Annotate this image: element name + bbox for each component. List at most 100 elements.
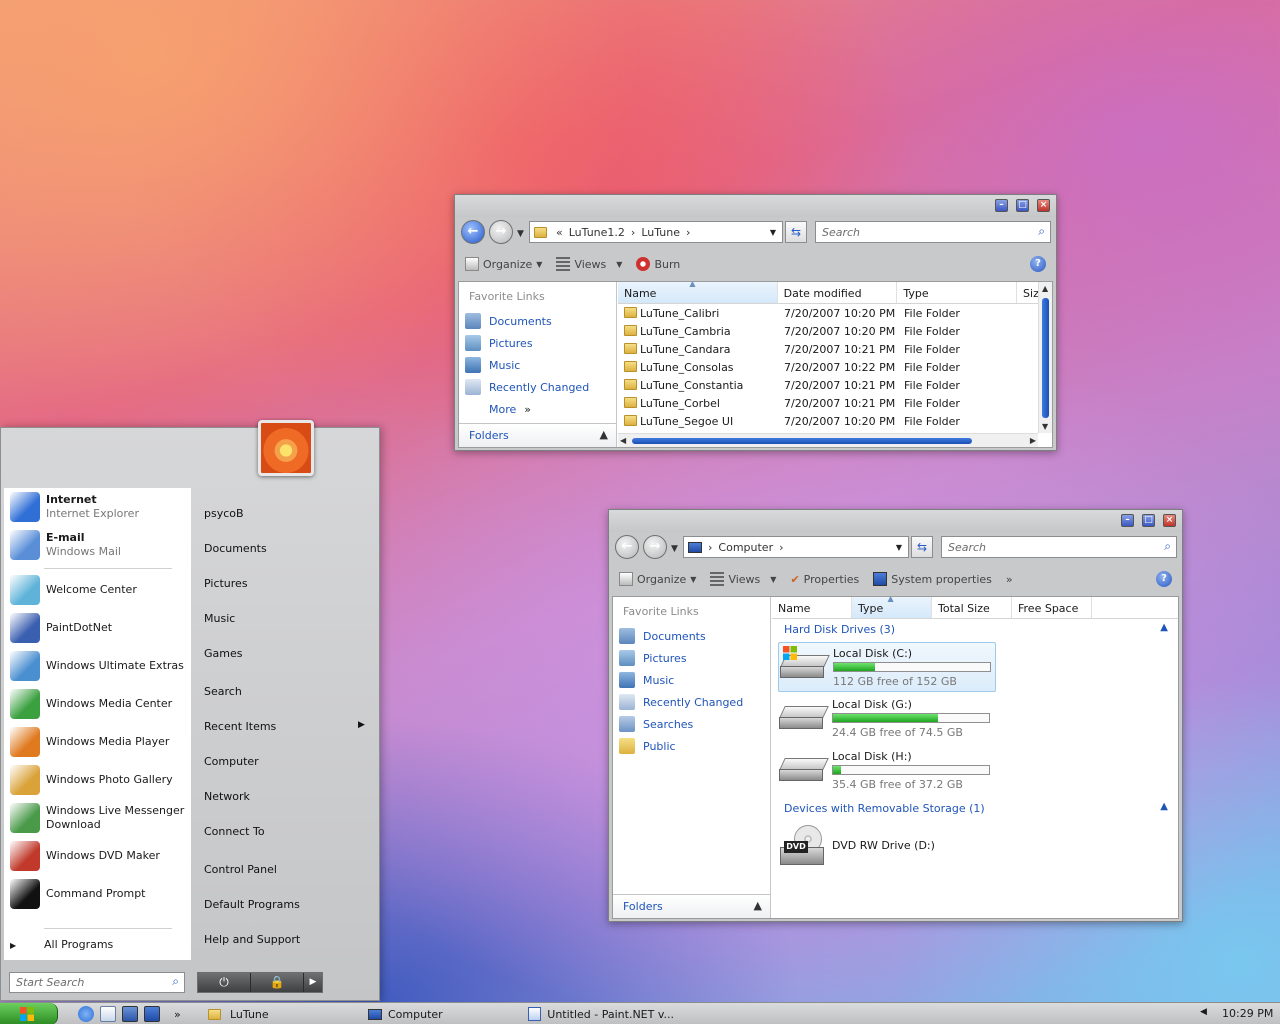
fav-pictures[interactable]: Pictures [613,647,770,669]
hscroll-thumb[interactable] [632,438,972,444]
forward-button[interactable]: → [489,220,513,244]
group-removable-storage[interactable]: Devices with Removable Storage (1) ▲ [772,798,1178,820]
scroll-left-icon[interactable]: ◀ [620,436,626,445]
scroll-thumb[interactable] [1042,298,1049,418]
breadcrumb-lutune12[interactable]: LuTune1.2 [569,226,625,239]
fav-music[interactable]: Music [613,669,770,691]
start-link-documents[interactable]: Documents [204,542,267,555]
start-button[interactable] [0,1003,58,1024]
column-type[interactable]: Type [897,282,1018,303]
file-row[interactable]: LuTune_Corbel 7/20/2007 10:21 PM File Fold… [618,394,1052,412]
file-row[interactable]: LuTune_Consolas 7/20/2007 10:22 PM File Fo… [618,358,1052,376]
search-icon[interactable]: ⌕ [172,974,179,989]
explorer-window-computer[interactable]: – □ × ← → ▼ › Computer › ▼ ⇆ Search ⌕ Or… [608,509,1183,922]
minimize-button[interactable]: – [995,199,1008,212]
breadcrumb-computer[interactable]: Computer [718,541,773,554]
organize-button[interactable]: Organize ▼ [619,572,696,586]
minimize-button[interactable]: – [1121,514,1134,527]
properties-button[interactable]: ✔ Properties [790,573,859,586]
program-windows-ultimate-extras[interactable]: Windows Ultimate Extras [10,649,188,683]
system-properties-button[interactable]: System properties [873,572,992,586]
fav-recently-changed[interactable]: Recently Changed [459,376,616,398]
all-programs-button[interactable]: ▶ All Programs [10,938,113,956]
program-command-prompt[interactable]: Command Prompt [10,877,188,911]
search-input[interactable]: Search ⌕ [941,536,1177,558]
fav-pictures[interactable]: Pictures [459,332,616,354]
fav-more[interactable]: More» [459,398,616,420]
search-icon[interactable]: ⌕ [1164,539,1171,554]
drive-item[interactable]: Local Disk (G:) 24.4 GB free of 74.5 GB [778,694,996,744]
breadcrumb-separator-icon[interactable]: › [686,226,690,239]
quick-launch-more[interactable]: » [170,1004,181,1024]
column-name[interactable]: ▲ Name [618,282,778,303]
scroll-up-icon[interactable]: ▲ [1042,284,1048,293]
start-link-recent-items[interactable]: Recent Items ▶ [204,720,365,733]
start-link-network[interactable]: Network [204,790,250,803]
start-link-default-programs[interactable]: Default Programs [204,898,300,911]
program-e-mail[interactable]: E-mail Windows Mail [10,528,188,562]
refresh-button[interactable]: ⇆ [911,536,933,558]
file-row[interactable]: LuTune_Cambria 7/20/2007 10:20 PM File Fol… [618,322,1052,340]
search-input[interactable]: Search ⌕ [815,221,1051,243]
start-link-psycob[interactable]: psycoB [204,507,244,520]
windows-mail-icon[interactable] [100,1006,116,1022]
start-link-control-panel[interactable]: Control Panel [204,863,277,876]
start-link-help-and-support[interactable]: Help and Support [204,933,300,946]
close-button[interactable]: × [1163,514,1176,527]
internet-explorer-icon[interactable] [78,1006,94,1022]
breadcrumb-separator-icon[interactable]: › [779,541,783,554]
start-link-search[interactable]: Search [204,685,242,698]
address-dropdown-icon[interactable]: ▼ [770,228,776,237]
horizontal-scrollbar[interactable]: ◀ ▶ [618,433,1038,447]
back-button[interactable]: ← [615,535,639,559]
scroll-right-icon[interactable]: ▶ [1030,436,1036,445]
switch-windows-icon[interactable] [144,1006,160,1022]
start-link-connect-to[interactable]: Connect To [204,825,265,838]
task-computer[interactable]: Computer [364,1004,514,1024]
drive-item[interactable]: Local Disk (H:) 35.4 GB free of 37.2 GB [778,746,996,796]
program-windows-dvd-maker[interactable]: Windows DVD Maker [10,839,188,873]
maximize-button[interactable]: □ [1016,199,1029,212]
program-paintdotnet[interactable]: PaintDotNet [10,611,188,645]
task-paintnet[interactable]: Untitled - Paint.NET v... [524,1004,674,1024]
drive-dvd[interactable]: DVD DVD RW Drive (D:) [778,823,996,873]
recent-pages-dropdown[interactable]: ▼ [517,229,524,239]
start-link-pictures[interactable]: Pictures [204,577,248,590]
drive-item[interactable]: Local Disk (C:) 112 GB free of 152 GB [778,642,996,692]
fav-recently-changed[interactable]: Recently Changed [613,691,770,713]
more-commands-button[interactable]: » [1006,573,1013,586]
fav-music[interactable]: Music [459,354,616,376]
file-row[interactable]: LuTune_Segoe UI 7/20/2007 10:20 PM File Fo… [618,412,1052,430]
scroll-down-icon[interactable]: ▼ [1042,422,1048,431]
start-link-games[interactable]: Games [204,647,242,660]
organize-button[interactable]: Organize ▼ [465,257,542,271]
address-bar[interactable]: « LuTune1.2 › LuTune › ▼ [529,221,783,243]
help-button[interactable]: ? [1156,571,1172,587]
burn-button[interactable]: Burn [636,257,680,271]
back-button[interactable]: ← [461,220,485,244]
shutdown-options-arrow-icon[interactable]: ▶ [304,973,322,992]
task-lutune[interactable]: LuTune [204,1004,354,1024]
file-row[interactable]: LuTune_Calibri 7/20/2007 10:20 PM File Fol… [618,304,1052,322]
search-icon[interactable]: ⌕ [1038,224,1045,239]
vertical-scrollbar[interactable]: ▲ ▼ [1038,282,1052,433]
explorer-window-lutune[interactable]: – □ × ← → ▼ « LuTune1.2 › LuTune › ▼ ⇆ S… [454,194,1057,451]
collapse-icon[interactable]: ▲ [1160,622,1168,633]
program-windows-photo-gallery[interactable]: Windows Photo Gallery [10,763,188,797]
file-row[interactable]: LuTune_Candara 7/20/2007 10:21 PM File Fol… [618,340,1052,358]
breadcrumb-separator-icon[interactable]: › [708,541,712,554]
fav-documents[interactable]: Documents [459,310,616,332]
power-button[interactable]: ⏻ [198,973,251,992]
fav-documents[interactable]: Documents [613,625,770,647]
user-picture[interactable] [258,420,314,476]
views-button[interactable]: Views ▼ [710,572,776,586]
fav-searches[interactable]: Searches [613,713,770,735]
program-windows-media-player[interactable]: Windows Media Player [10,725,188,759]
title-bar[interactable]: – □ × [455,195,1056,217]
folders-toggle[interactable]: Folders ▲ [459,423,616,447]
address-dropdown-icon[interactable]: ▼ [896,543,902,552]
file-row[interactable]: LuTune_Constantia 7/20/2007 10:21 PM File … [618,376,1052,394]
address-chevron[interactable]: « [556,226,563,239]
breadcrumb-separator-icon[interactable]: › [631,226,635,239]
lock-button[interactable]: 🔒 [251,973,304,992]
